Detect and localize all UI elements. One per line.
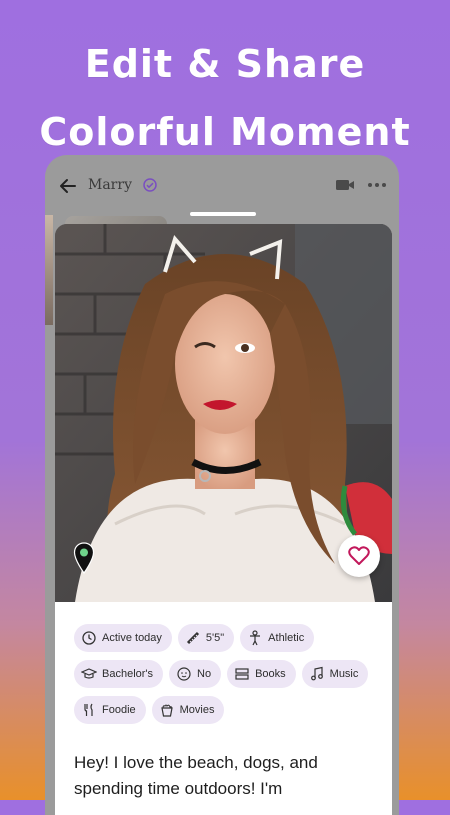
- tag-active-label: Active today: [102, 632, 162, 644]
- tag-foodie: Foodie: [74, 696, 146, 724]
- tag-foodie-label: Foodie: [102, 704, 136, 716]
- graduation-cap-icon: [81, 668, 97, 679]
- promo-headline-line2: Colorful Moment: [39, 110, 411, 154]
- more-options-icon[interactable]: [367, 180, 387, 190]
- top-bar: Marry: [45, 155, 399, 215]
- tag-height: 5'5": [177, 624, 235, 652]
- arrow-back-icon[interactable]: [59, 177, 77, 195]
- tag-active: Active today: [74, 624, 172, 652]
- ruler-icon: [186, 631, 199, 645]
- location-pin-icon[interactable]: [73, 542, 95, 574]
- tag-kids: No: [169, 660, 222, 688]
- profile-details-card: Active today 5'5" Athletic Bachelor's No…: [55, 602, 392, 815]
- fork-knife-icon: [84, 703, 93, 716]
- books-icon: [235, 668, 249, 680]
- person-icon: [250, 630, 261, 646]
- tag-body-label: Athletic: [268, 632, 305, 644]
- tag-education-label: Bachelor's: [102, 668, 154, 680]
- music-note-icon: [310, 666, 323, 681]
- tag-music-label: Music: [329, 668, 359, 680]
- tag-height-label: 5'5": [205, 632, 225, 644]
- tag-kids-label: No: [197, 668, 212, 680]
- bio-text: Hey! I love the beach, dogs, and spendin…: [74, 753, 318, 798]
- popcorn-icon: [160, 704, 173, 717]
- phone-screen: Marry Active today 5'5" Athletic Bachelo…: [45, 155, 399, 815]
- tag-books-label: Books: [255, 668, 286, 680]
- verified-icon: [143, 178, 157, 192]
- profile-photo[interactable]: [55, 224, 392, 602]
- like-button[interactable]: [338, 535, 380, 577]
- tag-books: Books: [227, 660, 296, 688]
- tag-movies: Movies: [151, 696, 225, 724]
- heart-icon: [348, 546, 370, 565]
- tag-body: Athletic: [240, 624, 315, 652]
- tag-music: Music: [301, 660, 369, 688]
- previous-photo-edge: [45, 215, 53, 325]
- baby-face-icon: [177, 667, 191, 681]
- profile-tags: Active today 5'5" Athletic Bachelor's No…: [74, 624, 384, 732]
- video-call-icon[interactable]: [335, 177, 355, 193]
- profile-name: Marry: [88, 177, 132, 193]
- tag-education: Bachelor's: [74, 660, 164, 688]
- promo-headline-line1: Edit & Share: [84, 42, 366, 86]
- drag-handle[interactable]: [190, 212, 256, 216]
- tag-movies-label: Movies: [179, 704, 215, 716]
- clock-icon: [82, 631, 96, 645]
